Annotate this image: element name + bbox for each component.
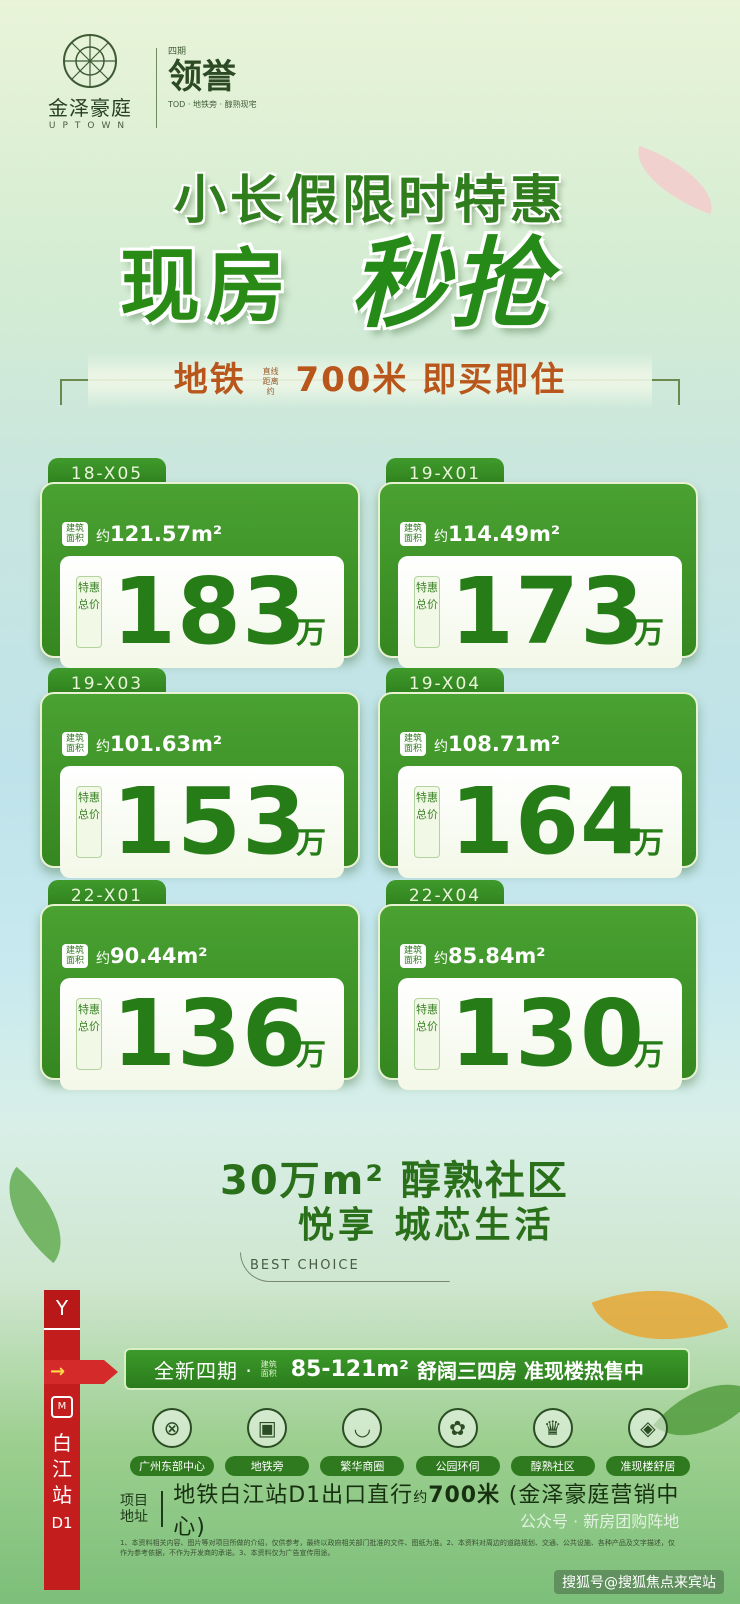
phase-area-label: 建筑面积 — [260, 1360, 277, 1378]
metro-logo-icon: Y — [44, 1290, 80, 1330]
slogan-life: 悦享 城芯生活 — [298, 1205, 555, 1246]
distance-value: 700米 即买即住 — [295, 360, 567, 400]
area-value: 121.57m² — [110, 522, 223, 546]
brand-logo-right: 四期 领誉 TOD · 地铁旁 · 醇熟现宅 — [168, 44, 257, 110]
metro-icon: M — [51, 1396, 73, 1418]
feature-item: ◡ 繁华商圈 — [320, 1408, 405, 1476]
gem-icon: ◈ — [627, 1408, 668, 1448]
best-choice-tag: BEST CHOICE — [240, 1252, 450, 1282]
phase-tag: 四期 — [168, 47, 187, 57]
compass-icon: ⊗ — [152, 1408, 192, 1448]
price-label: 特惠总价 — [414, 998, 440, 1070]
price-value: 173 — [450, 558, 646, 665]
price-unit: 万 — [296, 616, 326, 651]
train-icon: ▣ — [247, 1408, 288, 1448]
area-label: 建筑面积 — [400, 944, 426, 968]
area-value: 85.84m² — [448, 944, 546, 968]
price-value: 183 — [112, 558, 308, 665]
station-name: 白江站 — [52, 1431, 72, 1507]
watermark: 搜狐号@搜狐焦点来宾站 — [554, 1570, 724, 1594]
price-label: 特惠总价 — [76, 576, 102, 648]
distance-note: 直线距离约 — [262, 366, 279, 396]
area-value: 101.63m² — [110, 732, 223, 756]
project-name: 领誉 — [168, 57, 236, 97]
feature-list: ⊗ 广州东部中心 ▣ 地铁旁 ◡ 繁华商圈 ✿ 公园环伺 ♛ 醇熟社区 ◈ 准现楼舒居 — [130, 1408, 690, 1476]
price-card[interactable]: 18-X05 建筑面积 约121.57m² 特惠总价 183 万 — [40, 458, 360, 668]
price-card[interactable]: 19-X01 建筑面积 约114.49m² 特惠总价 173 万 — [378, 458, 698, 668]
price-value: 130 — [450, 980, 646, 1087]
feature-item: ▣ 地铁旁 — [225, 1408, 310, 1476]
area-label: 建筑面积 — [62, 944, 88, 968]
feature-item: ◈ 准现楼舒居 — [605, 1408, 690, 1476]
feature-item: ⊗ 广州东部中心 — [130, 1408, 214, 1476]
feature-item: ♛ 醇熟社区 — [510, 1408, 595, 1476]
price-value: 153 — [112, 768, 308, 875]
price-label: 特惠总价 — [414, 576, 440, 648]
metro-station-sign: Y → M 白江站 D1 — [44, 1290, 118, 1590]
area-label: 建筑面积 — [62, 522, 88, 546]
price-unit: 万 — [296, 1038, 326, 1073]
price-label: 特惠总价 — [76, 786, 102, 858]
price-card[interactable]: 22-X04 建筑面积 约85.84m² 特惠总价 130 万 — [378, 880, 698, 1090]
brand-logo-left: 金泽豪庭 UPTOWN — [30, 32, 150, 131]
fine-print: 1、本资料相关内容、图片等对项目所做的介绍，仅供参考，最终以政府相关部门批准的文… — [120, 1539, 675, 1557]
watermark-account: 公众号 · 新房团购阵地 — [520, 1512, 680, 1531]
subway-label: 地铁 — [173, 360, 246, 400]
project-tagline: TOD · 地铁旁 · 醇熟现宅 — [168, 100, 257, 109]
price-unit: 万 — [634, 1038, 664, 1073]
price-card[interactable]: 19-X03 建筑面积 约101.63m² 特惠总价 153 万 — [40, 668, 360, 878]
headline-ready-house: 现房 — [120, 240, 292, 333]
subway-distance-banner: 地铁 直线距离约 700米 即买即住 — [60, 352, 680, 408]
price-value: 164 — [450, 768, 646, 875]
area-value: 90.44m² — [110, 944, 208, 968]
price-label: 特惠总价 — [414, 786, 440, 858]
price-card[interactable]: 19-X04 建筑面积 约108.71m² 特惠总价 164 万 — [378, 668, 698, 878]
area-value: 114.49m² — [448, 522, 561, 546]
phase-banner[interactable]: 全新四期 · 建筑面积 85-121m² 舒阔三四房 准现楼热售中 — [124, 1348, 690, 1390]
station-exit: D1 — [51, 1514, 73, 1532]
tree-icon: ✿ — [437, 1408, 478, 1448]
area-label: 建筑面积 — [400, 732, 426, 756]
phase-area: 85-121m² — [290, 1356, 409, 1382]
address-key: 项目地址 — [120, 1493, 148, 1525]
logo-divider — [156, 48, 157, 128]
area-value: 108.71m² — [448, 732, 561, 756]
area-label: 建筑面积 — [400, 522, 426, 546]
brand-name-en: UPTOWN — [48, 121, 132, 131]
phase-title: 全新四期 · — [154, 1358, 253, 1383]
price-value: 136 — [112, 980, 308, 1087]
brand-name: 金泽豪庭 — [48, 96, 132, 120]
arrow-right-icon: → — [44, 1360, 118, 1384]
area-label: 建筑面积 — [62, 732, 88, 756]
decor-leaf — [0, 1166, 86, 1264]
price-card[interactable]: 22-X01 建筑面积 约90.44m² 特惠总价 136 万 — [40, 880, 360, 1090]
price-unit: 万 — [296, 826, 326, 861]
price-label: 特惠总价 — [76, 998, 102, 1070]
phase-desc: 舒阔三四房 准现楼热售中 — [416, 1358, 644, 1383]
headline-flash-sale: 秒抢 — [350, 227, 551, 342]
feature-item: ✿ 公园环伺 — [415, 1408, 500, 1476]
crown-icon: ♛ — [532, 1408, 573, 1448]
brand-emblem-icon — [61, 32, 119, 90]
price-unit: 万 — [634, 616, 664, 651]
price-unit: 万 — [634, 826, 664, 861]
cup-icon: ◡ — [342, 1408, 383, 1448]
